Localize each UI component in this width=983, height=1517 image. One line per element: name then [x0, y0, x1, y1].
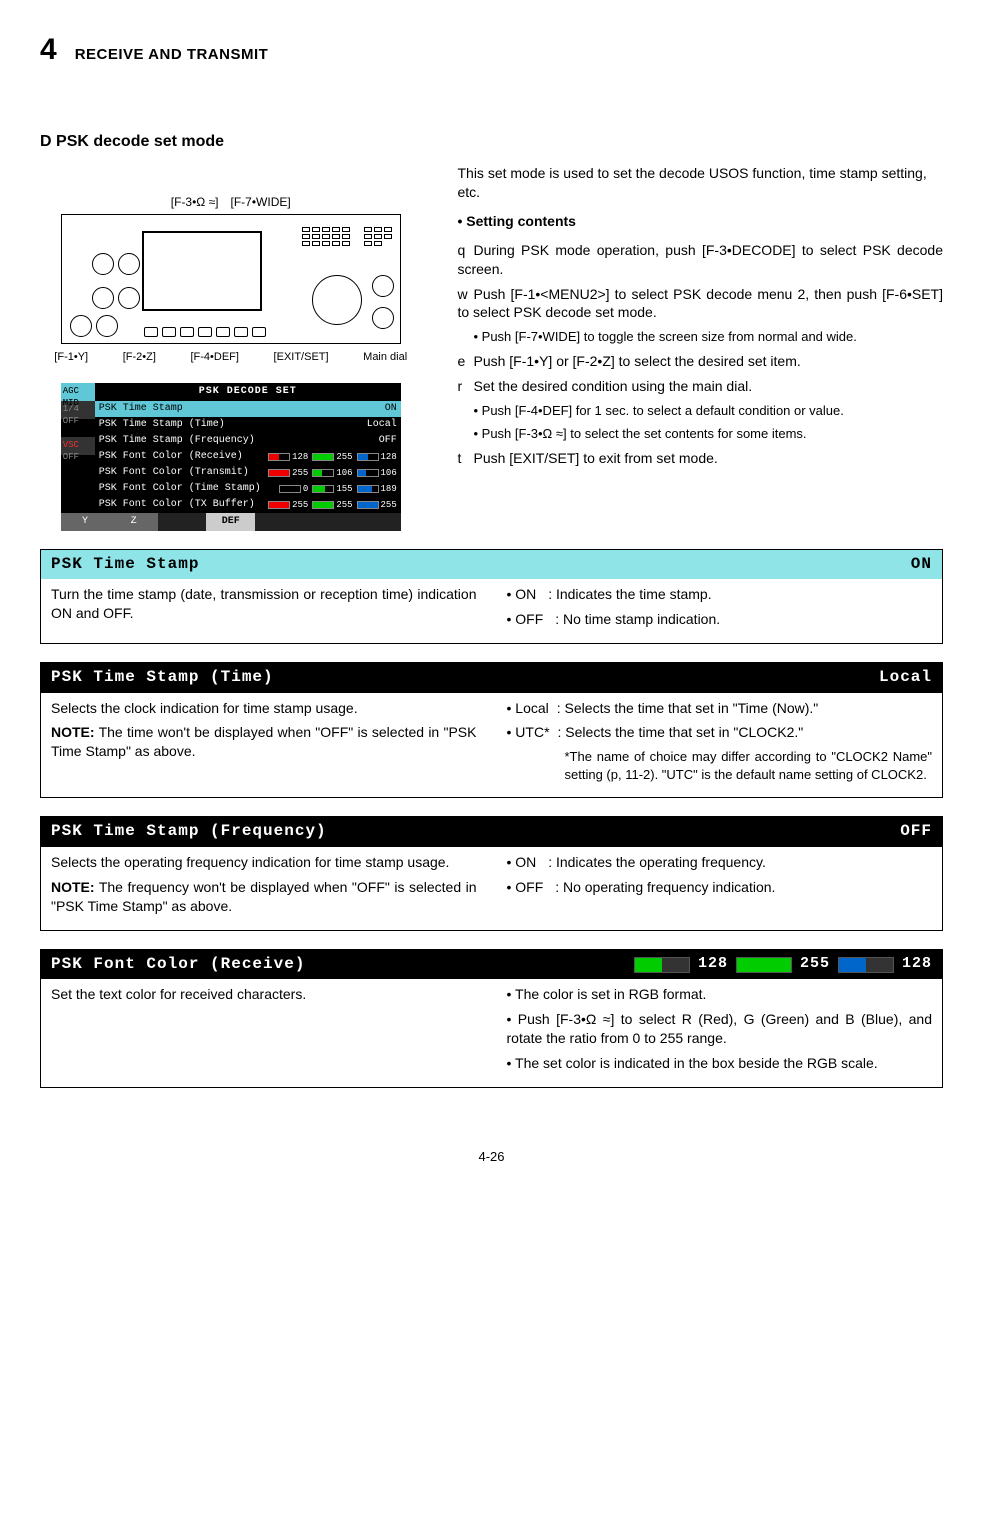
- diagram-label-f4: [F-4•DEF]: [190, 350, 238, 365]
- setting-value: OFF: [900, 821, 932, 843]
- set-row: PSK Font Color (Time Stamp)0155189: [95, 481, 401, 497]
- footer-def: DEF: [206, 513, 255, 531]
- main-dial-icon: [312, 275, 362, 325]
- setting-value: ON: [911, 554, 932, 576]
- chapter-title: RECEIVE AND TRANSMIT: [75, 45, 269, 65]
- set-row: PSK Time Stamp (Frequency)OFF: [95, 433, 401, 449]
- side-indicators: AGCMID 1/4OFF VSCOFF: [61, 383, 95, 513]
- knob: [92, 287, 114, 309]
- knob: [96, 315, 118, 337]
- set-title: PSK DECODE SET: [95, 383, 401, 401]
- chapter-header: 4 RECEIVE AND TRANSMIT: [40, 30, 943, 71]
- radio-screen: [142, 231, 262, 311]
- keypad: [364, 227, 394, 246]
- knob: [372, 275, 394, 297]
- radio-diagram: [F-3•Ω ≈] [F-7•WIDE]: [40, 194, 421, 365]
- setting-name: PSK Time Stamp: [51, 554, 199, 576]
- section-heading: D PSK decode set mode: [40, 131, 943, 153]
- setting-bar: PSK Time Stamp (Time) Local: [41, 663, 942, 693]
- set-row: PSK Font Color (TX Buffer)255255255: [95, 497, 401, 513]
- page-number: 4-26: [40, 1148, 943, 1166]
- step-num-3: e: [457, 352, 473, 371]
- setting-value: 128 255 128: [634, 954, 932, 976]
- radio-outline: [61, 214, 401, 344]
- footer-down-icon: Z: [109, 513, 158, 531]
- setting-bar: PSK Time Stamp (Frequency) OFF: [41, 817, 942, 847]
- chapter-number: 4: [40, 30, 57, 71]
- diagram-label-f2: [F-2•Z]: [123, 350, 156, 365]
- set-row: PSK Time Stamp (Time)Local: [95, 417, 401, 433]
- step-num-1: q: [457, 241, 473, 260]
- setting-name: PSK Time Stamp (Frequency): [51, 821, 327, 843]
- step-num-4: r: [457, 377, 473, 396]
- step-num-2: w: [457, 285, 473, 304]
- set-row: PSK Font Color (Transmit)255106106: [95, 465, 401, 481]
- setting-card-timestamp: PSK Time Stamp ON Turn the time stamp (d…: [40, 549, 943, 644]
- setting-card-fontcolor: PSK Font Color (Receive) 128 255 128 Set…: [40, 949, 943, 1088]
- diagram-label-f3: [F-3•Ω ≈]: [171, 194, 219, 210]
- intro-text: This set mode is used to set the decode …: [457, 164, 943, 531]
- psk-decode-set-screenshot: AGCMID 1/4OFF VSCOFF PSK DECODE SET PSK …: [61, 383, 401, 531]
- setting-name: PSK Time Stamp (Time): [51, 667, 274, 689]
- knob: [118, 287, 140, 309]
- knob: [118, 253, 140, 275]
- setting-card-frequency: PSK Time Stamp (Frequency) OFF Selects t…: [40, 816, 943, 930]
- diagram-label-exit: [EXIT/SET]: [274, 350, 329, 365]
- set-footer: Y Z DEF: [61, 513, 401, 531]
- set-row: PSK Font Color (Receive)128255128: [95, 449, 401, 465]
- diagram-label-maindail: Main dial: [363, 350, 407, 365]
- knob: [372, 307, 394, 329]
- setting-name: PSK Font Color (Receive): [51, 954, 305, 976]
- section-title: PSK decode set mode: [56, 133, 224, 150]
- knob: [92, 253, 114, 275]
- setting-bar: PSK Font Color (Receive) 128 255 128: [41, 950, 942, 980]
- keypad: [302, 227, 352, 246]
- step-num-5: t: [457, 449, 473, 468]
- setting-value: Local: [879, 667, 932, 689]
- set-row: PSK Time StampON: [95, 401, 401, 417]
- setting-bar: PSK Time Stamp ON: [41, 550, 942, 580]
- footer-up-icon: Y: [61, 513, 110, 531]
- diamond-icon: D: [40, 133, 52, 150]
- diagram-label-f7: [F-7•WIDE]: [231, 194, 291, 210]
- knob: [70, 315, 92, 337]
- setting-card-time: PSK Time Stamp (Time) Local Selects the …: [40, 662, 943, 798]
- f-button-row: [144, 327, 266, 337]
- diagram-label-f1: [F-1•Y]: [54, 350, 88, 365]
